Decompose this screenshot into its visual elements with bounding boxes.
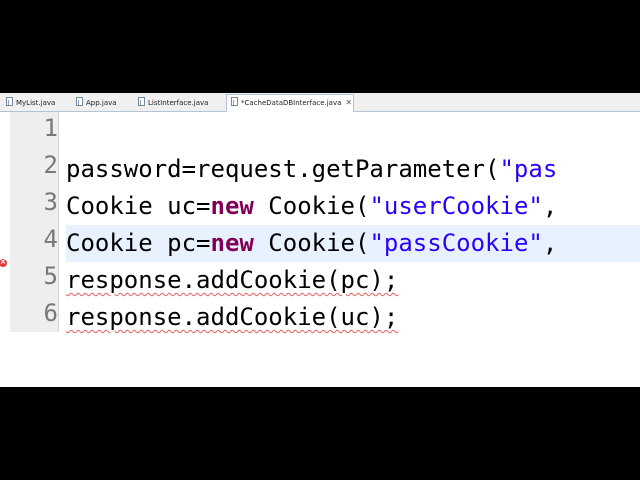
tab-app[interactable]: J App.java	[72, 95, 130, 111]
code-line-2[interactable]: password=request.getParameter("pas	[66, 151, 557, 188]
code-text: ,	[542, 229, 558, 257]
line-number: 5	[43, 262, 58, 290]
editor-window: J MyList.java J App.java J ListInterface.ja…	[0, 93, 640, 387]
java-file-icon: J	[138, 97, 145, 106]
tab-label: *CacheDataDBInterface.java	[241, 99, 342, 107]
keyword: new	[210, 192, 254, 220]
code-text: Cookie(	[253, 229, 370, 257]
tab-cachedatadbinterface[interactable]: J *CacheDataDBInterface.java ✕	[226, 94, 354, 112]
line-number: 1	[43, 114, 58, 142]
string-literal: "userCookie"	[369, 192, 543, 220]
code-text: response.addCookie(pc);	[66, 266, 399, 294]
code-text: ,	[542, 192, 558, 220]
svg-text:J: J	[139, 100, 142, 107]
code-line-6[interactable]: response.addCookie(uc);	[66, 299, 398, 336]
java-file-icon: J	[76, 97, 83, 106]
code-text: Cookie uc=	[66, 192, 211, 220]
code-line-5[interactable]: response.addCookie(pc);	[66, 262, 398, 299]
tab-listinterface[interactable]: J ListInterface.java	[134, 95, 224, 111]
tab-label: MyList.java	[16, 99, 56, 107]
line-number: 2	[43, 151, 58, 179]
close-tab-icon[interactable]: ✕	[345, 95, 352, 111]
svg-text:J: J	[77, 100, 80, 107]
java-file-icon: J	[6, 97, 13, 106]
code-text: response.addCookie(uc);	[66, 303, 399, 331]
line-number: 6	[43, 299, 58, 327]
string-literal: "pas	[499, 155, 558, 183]
annotation-gutter	[0, 112, 10, 332]
tab-mylist[interactable]: J MyList.java	[2, 95, 70, 111]
java-file-icon: J	[231, 97, 238, 106]
code-line-4[interactable]: Cookie pc=new Cookie("passCookie",	[66, 225, 640, 262]
code-text: Cookie pc=	[66, 229, 211, 257]
line-number: 3	[43, 188, 58, 216]
editor-tab-bar: J MyList.java J App.java J ListInterface.ja…	[0, 93, 640, 112]
error-x-icon[interactable]	[0, 256, 7, 268]
line-number: 4	[43, 225, 58, 253]
code-editor[interactable]: password=request.getParameter("pas Cooki…	[66, 112, 640, 352]
keyword: new	[210, 229, 254, 257]
code-line-3[interactable]: Cookie uc=new Cookie("userCookie",	[66, 188, 557, 225]
line-number-ruler: 1 2 3 4 5 6	[10, 112, 59, 332]
tab-label: App.java	[86, 99, 117, 107]
svg-text:J: J	[7, 100, 10, 107]
tab-label: ListInterface.java	[148, 99, 209, 107]
svg-text:J: J	[232, 100, 235, 107]
string-literal: "passCookie"	[369, 229, 543, 257]
code-text: password=request.getParameter(	[66, 155, 500, 183]
code-text: Cookie(	[253, 192, 370, 220]
